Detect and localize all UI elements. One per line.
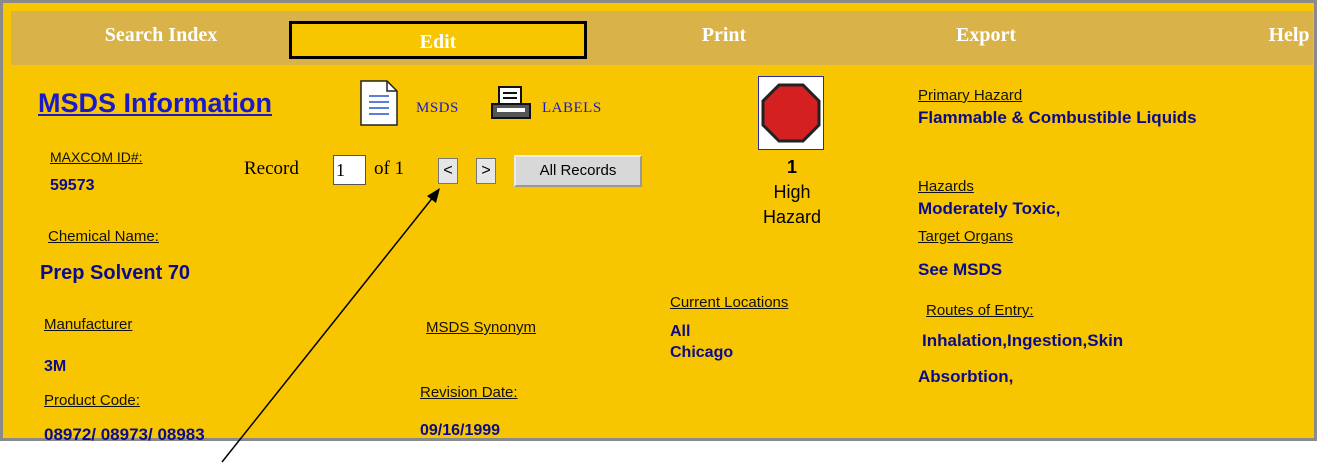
hazard-level-text: Hazard — [762, 207, 822, 227]
record-number-input[interactable] — [333, 155, 366, 185]
maxcom-value: 59573 — [50, 177, 95, 194]
maxcom-label: MAXCOM ID#: — [50, 149, 143, 165]
hazards-value: Moderately Toxic, — [918, 199, 1061, 218]
routes-of-entry-value: Inhalation,Ingestion,Skin — [922, 331, 1124, 350]
product-code-value: 08972/ 08973/ 08983 — [44, 425, 205, 444]
printer-icon[interactable] — [489, 86, 533, 120]
routes-of-entry-label: Routes of Entry: — [926, 302, 1034, 319]
menu-print[interactable]: Print — [679, 15, 769, 56]
manufacturer-value: 3M — [44, 358, 67, 375]
location-item: Chicago — [670, 344, 734, 361]
all-records-button[interactable]: All Records — [514, 155, 642, 187]
record-of-label: of 1 — [374, 158, 405, 179]
location-item: All — [670, 323, 691, 340]
primary-hazard-label: Primary Hazard — [918, 87, 1023, 104]
next-record-button[interactable]: > — [476, 158, 496, 184]
target-organs-value: See MSDS — [918, 260, 1003, 279]
octagon-hazard-icon — [761, 83, 821, 143]
msds-panel: Search Index Edit Print Export Help — [0, 0, 1317, 441]
routes-of-entry-value: Absorbtion, — [918, 367, 1014, 386]
current-locations-label: Current Locations — [670, 294, 789, 311]
msds-link[interactable]: MSDS — [416, 100, 459, 117]
record-label: Record — [244, 158, 299, 179]
msds-synonym-label: MSDS Synonym — [426, 319, 537, 336]
hazards-label: Hazards — [918, 178, 974, 195]
menu-export[interactable]: Export — [931, 15, 1041, 56]
menu-bar: Search Index Edit Print Export Help — [11, 11, 1313, 65]
page-title[interactable]: MSDS Information — [38, 88, 272, 119]
chemical-name-value: Prep Solvent 70 — [40, 262, 191, 284]
hazard-level-text: High — [773, 182, 811, 202]
primary-hazard-value: Flammable & Combustible Liquids — [918, 108, 1197, 127]
hazard-level-number: 1 — [786, 157, 797, 177]
menu-help[interactable]: Help — [1259, 15, 1319, 56]
chemical-name-label: Chemical Name: — [48, 228, 159, 245]
document-icon[interactable] — [360, 80, 398, 126]
menu-edit[interactable]: Edit — [289, 21, 587, 59]
revision-date-label: Revision Date: — [420, 384, 518, 401]
labels-link[interactable]: LABELS — [542, 100, 602, 117]
manufacturer-label: Manufacturer — [44, 316, 133, 333]
hazard-icon-box — [758, 76, 824, 150]
prev-record-button[interactable]: < — [438, 158, 458, 184]
target-organs-label: Target Organs — [918, 228, 1014, 245]
revision-date-value: 09/16/1999 — [420, 422, 501, 439]
product-code-label: Product Code: — [44, 392, 140, 409]
menu-search-index[interactable]: Search Index — [71, 15, 251, 56]
